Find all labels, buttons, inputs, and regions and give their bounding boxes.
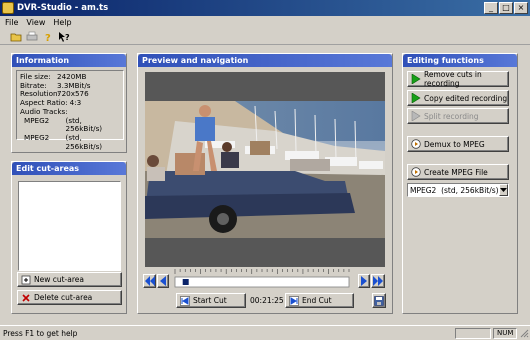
- information-panel: Information File size: 2420MB Bitrate: 3.3…: [11, 53, 127, 153]
- video-preview: [145, 72, 385, 267]
- start-cut-icon: [180, 295, 190, 306]
- split-recording-button[interactable]: Split recording: [407, 108, 509, 124]
- end-cut-icon: [289, 295, 299, 306]
- remove-cuts-button[interactable]: Remove cuts in recording: [407, 70, 509, 88]
- dropdown-arrow-icon[interactable]: [498, 184, 508, 196]
- delete-cut-area-icon: [21, 293, 31, 303]
- close-button[interactable]: ×: [514, 2, 528, 14]
- maximize-button[interactable]: □: [499, 2, 513, 14]
- timeline-thumb[interactable]: [182, 279, 189, 285]
- save-frame-button[interactable]: [372, 293, 386, 308]
- double-right-arrow-icon: [373, 276, 383, 286]
- format-select[interactable]: MPEG2 (std, 256kBit/s): [407, 183, 509, 197]
- play-green-icon: [411, 93, 421, 103]
- toolbar: ? ?: [0, 29, 530, 45]
- information-box: File size: 2420MB Bitrate: 3.3MBit/s Resol…: [16, 70, 124, 151]
- window-title: DVR-Studio - am.ts: [17, 3, 109, 13]
- timecode-display: 00:21:25: [250, 296, 284, 305]
- audio-track-row: MPEG2 (std, 256kBit/s): [24, 132, 103, 151]
- skip-back-button[interactable]: [143, 274, 156, 288]
- delete-cut-area-button[interactable]: Delete cut-area: [17, 290, 122, 305]
- audio-track-row: MPEG2 (std, 256kBit/s): [24, 115, 103, 134]
- double-left-arrow-icon: [145, 276, 155, 286]
- create-mpeg-button[interactable]: Create MPEG File: [407, 164, 509, 180]
- open-folder-icon[interactable]: [9, 30, 22, 43]
- num-lock-indicator: NUM: [493, 327, 517, 339]
- context-help-icon[interactable]: ?: [57, 30, 70, 43]
- svg-text:?: ?: [65, 33, 70, 42]
- menu-help[interactable]: Help: [51, 18, 77, 27]
- status-bar: Press F1 to get help NUM: [0, 325, 530, 340]
- window-controls: _ □ ×: [484, 2, 528, 14]
- minimize-button[interactable]: _: [484, 2, 498, 14]
- app-icon: [2, 2, 14, 14]
- right-arrow-icon: [361, 276, 367, 286]
- save-icon: [374, 295, 384, 306]
- status-cell-empty: [455, 327, 491, 339]
- help-icon[interactable]: ?: [41, 30, 54, 43]
- cut-area-list[interactable]: [18, 181, 121, 271]
- new-cut-area-button[interactable]: New cut-area: [17, 272, 122, 287]
- end-cut-button[interactable]: End Cut: [285, 293, 354, 308]
- menu-file[interactable]: File: [3, 18, 24, 27]
- video-frame: [145, 101, 385, 238]
- new-cut-area-icon: [21, 275, 31, 285]
- left-arrow-icon: [160, 276, 166, 286]
- timeline-slider[interactable]: [171, 267, 353, 289]
- format-select-value: MPEG2 (std, 256kBit/s): [410, 185, 499, 195]
- status-text: Press F1 to get help: [3, 328, 78, 338]
- svg-text:?: ?: [45, 33, 51, 43]
- copy-edited-button[interactable]: Copy edited recording: [407, 90, 509, 106]
- title-bar: DVR-Studio - am.ts _ □ ×: [0, 0, 530, 16]
- print-icon[interactable]: [25, 30, 38, 43]
- menu-bar: File View Help: [0, 16, 530, 29]
- step-forward-button[interactable]: [358, 274, 370, 288]
- edit-cut-areas-panel: Edit cut-areas New cut-area Delete cut-a…: [11, 161, 127, 314]
- information-heading: Information: [12, 54, 126, 67]
- play-circle-icon: [411, 139, 421, 149]
- play-circle-icon: [411, 167, 421, 177]
- demux-button[interactable]: Demux to MPEG: [407, 136, 509, 152]
- menu-view[interactable]: View: [24, 18, 51, 27]
- play-gray-icon: [411, 111, 421, 121]
- skip-forward-button[interactable]: [371, 274, 385, 288]
- edit-cut-areas-heading: Edit cut-areas: [12, 162, 126, 175]
- resize-grip-icon[interactable]: [519, 328, 529, 338]
- step-back-button[interactable]: [157, 274, 169, 288]
- editing-functions-heading: Editing functions: [403, 54, 517, 67]
- preview-heading: Preview and navigation: [138, 54, 392, 67]
- play-green-icon: [411, 74, 421, 84]
- timeline-track: [174, 276, 350, 288]
- start-cut-button[interactable]: Start Cut: [176, 293, 246, 308]
